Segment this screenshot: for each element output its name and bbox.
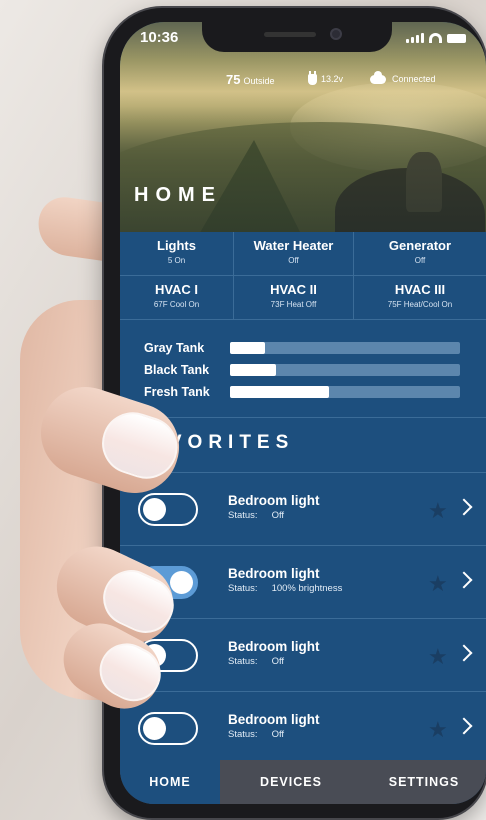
- system-status: Off: [414, 256, 426, 265]
- tank-level-bar: [230, 342, 460, 354]
- front-camera: [330, 28, 342, 40]
- favorite-item[interactable]: Bedroom light Status: Off ★: [120, 691, 486, 764]
- tab-settings[interactable]: SETTINGS: [362, 760, 486, 804]
- status-label: Status:: [228, 729, 258, 740]
- favorite-item[interactable]: Bedroom light Status: 100% brightness ★: [120, 545, 486, 618]
- toggle-knob: [143, 498, 166, 521]
- system-hvac-1[interactable]: HVAC I 67F Cool On: [120, 276, 234, 320]
- system-name: Lights: [157, 238, 196, 253]
- status-label: Status:: [228, 656, 258, 667]
- tank-label: Fresh Tank: [144, 385, 210, 399]
- toggle-knob: [143, 717, 166, 740]
- status-label: Status:: [228, 583, 258, 594]
- favorite-name: Bedroom light: [228, 566, 320, 581]
- cloud-icon: [370, 70, 386, 84]
- status-value: 100% brightness: [271, 583, 343, 594]
- outside-temperature: 75 Outside: [226, 72, 275, 87]
- chevron-right-icon[interactable]: [455, 717, 473, 735]
- tab-devices[interactable]: DEVICES: [220, 760, 362, 804]
- star-icon[interactable]: ★: [428, 719, 450, 741]
- favorites-list: Bedroom light Status: Off ★ Bedroom ligh…: [120, 472, 486, 764]
- light-toggle[interactable]: [138, 493, 198, 526]
- battery-icon: [447, 34, 466, 43]
- favorite-status: Status: Off: [228, 656, 320, 667]
- favorite-status: Status: Off: [228, 729, 320, 740]
- favorite-name: Bedroom light: [228, 639, 320, 654]
- system-hvac-2[interactable]: HVAC II 73F Heat Off: [234, 276, 354, 320]
- system-water-heater[interactable]: Water Heater Off: [234, 232, 354, 276]
- toggle-knob: [170, 571, 193, 594]
- chevron-right-icon[interactable]: [455, 644, 473, 662]
- favorite-status: Status: 100% brightness: [228, 583, 342, 594]
- light-toggle[interactable]: [138, 712, 198, 745]
- favorite-item[interactable]: Bedroom light Status: Off ★: [120, 472, 486, 545]
- status-value: Off: [271, 510, 285, 521]
- tank-label: Gray Tank: [144, 341, 205, 355]
- system-status: 67F Cool On: [153, 300, 200, 309]
- voltage-value: 13.2v: [321, 74, 344, 84]
- phone-notch: [202, 22, 392, 52]
- favorite-name: Bedroom light: [228, 712, 320, 727]
- tank-label: Black Tank: [144, 363, 210, 377]
- favorite-name: Bedroom light: [228, 493, 320, 508]
- system-name: HVAC III: [394, 282, 446, 297]
- system-generator[interactable]: Generator Off: [354, 232, 486, 276]
- system-name: Water Heater: [253, 238, 334, 253]
- chevron-right-icon[interactable]: [455, 498, 473, 516]
- tank-level-fill: [230, 342, 265, 354]
- signal-icon: [406, 33, 424, 43]
- favorite-text: Bedroom light Status: Off: [228, 493, 320, 521]
- phone-screen: 10:36 75 Outside 13.2v Connected HOME Li…: [120, 22, 486, 804]
- system-status: Off: [288, 256, 299, 265]
- system-hvac-3[interactable]: HVAC III 75F Heat/Cool On: [354, 276, 486, 320]
- tank-level-bar: [230, 386, 460, 398]
- favorite-text: Bedroom light Status: Off: [228, 712, 320, 740]
- speaker-grille: [264, 32, 316, 37]
- systems-grid: Lights 5 On Water Heater Off Generator O…: [120, 232, 486, 320]
- wifi-icon: [429, 33, 442, 43]
- hero-info-bar: 75 Outside 13.2v Connected: [120, 70, 486, 88]
- system-name: HVAC I: [154, 282, 199, 297]
- favorite-item[interactable]: Bedroom light Status: Off ★: [120, 618, 486, 691]
- tank-level-fill: [230, 386, 329, 398]
- connection-status: Connected: [370, 70, 436, 84]
- temperature-value: 75: [226, 71, 241, 87]
- plug-icon: [308, 70, 317, 85]
- temperature-label: Outside: [243, 75, 275, 86]
- system-name: Generator: [388, 238, 452, 253]
- favorite-status: Status: Off: [228, 510, 320, 521]
- system-status: 5 On: [167, 256, 186, 265]
- star-icon[interactable]: ★: [428, 500, 450, 522]
- chevron-right-icon[interactable]: [455, 571, 473, 589]
- tab-home[interactable]: HOME: [120, 760, 220, 804]
- system-lights[interactable]: Lights 5 On: [120, 232, 234, 276]
- favorite-text: Bedroom light Status: 100% brightness: [228, 566, 342, 594]
- tank-row-fresh[interactable]: Fresh Tank: [144, 381, 460, 403]
- status-value: Off: [271, 729, 285, 740]
- system-status: 73F Heat Off: [270, 300, 317, 309]
- connection-label: Connected: [392, 74, 436, 84]
- tank-level-bar: [230, 364, 460, 376]
- system-status: 75F Heat/Cool On: [387, 300, 453, 309]
- status-time: 10:36: [140, 29, 179, 46]
- tank-row-black[interactable]: Black Tank: [144, 359, 460, 381]
- battery-voltage: 13.2v: [308, 70, 344, 85]
- bottom-tab-bar: HOME DEVICES SETTINGS: [120, 760, 486, 804]
- system-icons: [406, 33, 466, 43]
- status-value: Off: [271, 656, 285, 667]
- favorite-text: Bedroom light Status: Off: [228, 639, 320, 667]
- status-label: Status:: [228, 510, 258, 521]
- system-name: HVAC II: [270, 282, 317, 297]
- tank-level-fill: [230, 364, 276, 376]
- star-icon[interactable]: ★: [428, 646, 450, 668]
- star-icon[interactable]: ★: [428, 573, 450, 595]
- page-title: HOME: [134, 184, 222, 206]
- tank-levels: Gray Tank Black Tank Fresh Tank: [120, 324, 486, 418]
- tank-row-gray[interactable]: Gray Tank: [144, 337, 460, 359]
